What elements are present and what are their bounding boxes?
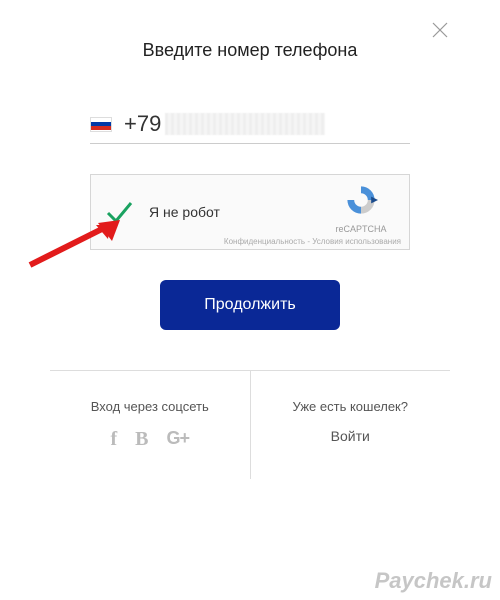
recaptcha-badge: reCAPTCHA xyxy=(323,183,399,234)
recaptcha-legal-links[interactable]: Конфиденциальность - Условия использован… xyxy=(224,237,401,246)
country-flag-icon[interactable] xyxy=(90,117,112,132)
close-icon xyxy=(431,21,449,39)
social-login-col: Вход через соцсеть f B G+ xyxy=(50,371,250,479)
watermark-text: Paychek.ru xyxy=(375,568,492,594)
recaptcha-logo-icon xyxy=(344,183,378,217)
recaptcha-check-icon xyxy=(103,196,135,228)
social-login-title: Вход через соцсеть xyxy=(60,399,240,414)
existing-wallet-col: Уже есть кошелек? Войти xyxy=(250,371,451,479)
vk-icon[interactable]: B xyxy=(135,428,148,451)
recaptcha-privacy-link[interactable]: Конфиденциальность xyxy=(224,237,305,246)
recaptcha-box[interactable]: Я не робот reCAPTCHA Конфиденциальность … xyxy=(90,174,410,250)
footer: Вход через соцсеть f B G+ Уже есть кошел… xyxy=(50,371,450,479)
phone-prefix: +79 xyxy=(124,111,161,137)
continue-button[interactable]: Продолжить xyxy=(160,280,339,330)
phone-entry-modal: Введите номер телефона +79 Я не робот re… xyxy=(30,0,470,479)
facebook-icon[interactable]: f xyxy=(110,428,117,451)
modal-title: Введите номер телефона xyxy=(40,40,460,61)
recaptcha-label: Я не робот xyxy=(149,204,220,220)
recaptcha-brand-text: reCAPTCHA xyxy=(323,224,399,234)
close-button[interactable] xyxy=(428,18,452,42)
login-link[interactable]: Войти xyxy=(261,428,441,444)
existing-wallet-title: Уже есть кошелек? xyxy=(261,399,441,414)
recaptcha-terms-link[interactable]: Условия использования xyxy=(312,237,401,246)
phone-number-masked[interactable] xyxy=(165,113,325,135)
google-plus-icon[interactable]: G+ xyxy=(167,428,190,451)
phone-input-row[interactable]: +79 xyxy=(90,111,410,144)
